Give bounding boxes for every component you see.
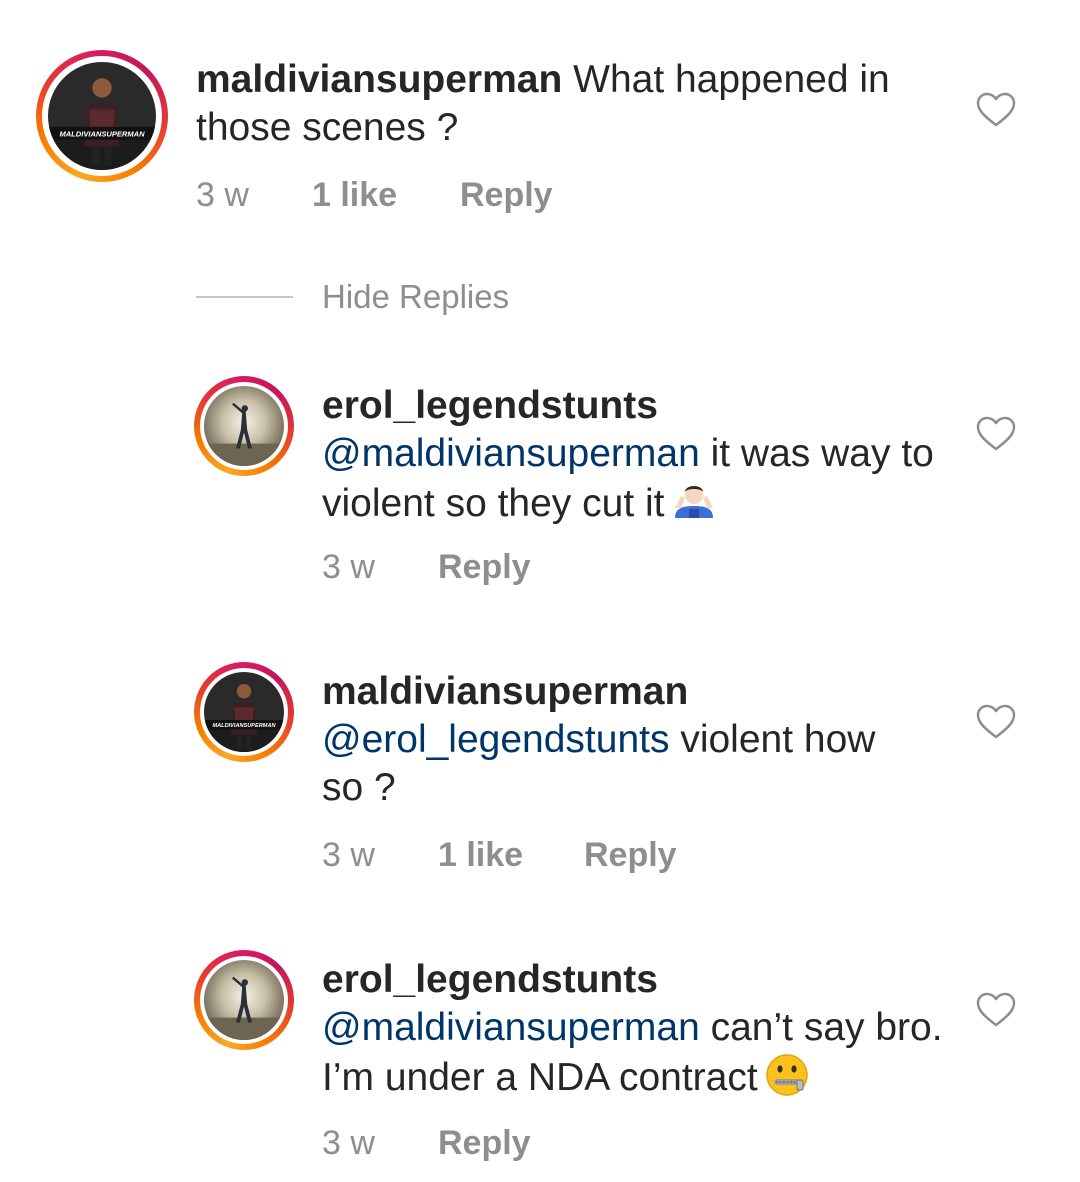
heart-icon[interactable]: [976, 992, 1016, 1028]
avatar-caption: MALDIVIANSUPERMAN: [59, 130, 145, 139]
comment-mention[interactable]: @maldiviansuperman: [322, 432, 700, 475]
heart-icon[interactable]: [976, 416, 1016, 452]
reply-button[interactable]: Reply: [438, 1124, 531, 1163]
heart-icon[interactable]: [976, 92, 1016, 128]
person-shrugging-emoji: [671, 478, 717, 524]
comment-username[interactable]: maldiviansuperman: [196, 58, 562, 101]
comment-mention[interactable]: @maldiviansuperman: [322, 1006, 700, 1049]
comment-body: erol_legendstunts @maldiviansuperman can…: [322, 956, 962, 1102]
avatar[interactable]: MALDIVIANSUPERMAN: [36, 50, 168, 182]
comment-mention[interactable]: @erol_legendstunts: [322, 718, 669, 761]
zipper-mouth-face-emoji: [764, 1052, 810, 1098]
hide-replies-label[interactable]: Hide Replies: [322, 278, 509, 316]
comment-like-count[interactable]: 1 like: [312, 176, 397, 215]
comment-username[interactable]: erol_legendstunts: [322, 956, 962, 1004]
avatar-image: MALDIVIANSUPERMAN: [204, 672, 284, 752]
comment-meta: 3 w Reply: [322, 548, 722, 588]
comment-body: erol_legendstunts @maldiviansuperman it …: [322, 382, 962, 528]
avatar[interactable]: [194, 950, 294, 1050]
comment-username[interactable]: maldiviansuperman: [322, 668, 882, 716]
reply-button[interactable]: Reply: [584, 836, 677, 875]
comment-like-count[interactable]: 1 like: [438, 836, 523, 875]
avatar-image: [204, 960, 284, 1040]
divider: [196, 296, 293, 298]
avatar-image: [204, 386, 284, 466]
reply-button[interactable]: Reply: [460, 176, 553, 215]
comment-meta: 3 w Reply: [322, 1124, 722, 1164]
comment-meta: 3 w 1 like Reply: [196, 176, 696, 216]
comment-timestamp: 3 w: [322, 548, 375, 586]
avatar-caption: MALDIVIANSUPERMAN: [212, 723, 276, 729]
avatar[interactable]: [194, 376, 294, 476]
heart-icon[interactable]: [976, 704, 1016, 740]
comment-body: maldiviansuperman @erol_legendstunts vio…: [322, 668, 882, 812]
comment-timestamp: 3 w: [196, 176, 249, 214]
comment-timestamp: 3 w: [322, 1124, 375, 1162]
comment-meta: 3 w 1 like Reply: [322, 836, 822, 876]
avatar-image: MALDIVIANSUPERMAN: [48, 62, 156, 170]
comment-username[interactable]: erol_legendstunts: [322, 382, 962, 430]
avatar[interactable]: MALDIVIANSUPERMAN: [194, 662, 294, 762]
comment-body: maldiviansuperman What happened in those…: [196, 56, 916, 152]
comment-timestamp: 3 w: [322, 836, 375, 874]
reply-button[interactable]: Reply: [438, 548, 531, 587]
